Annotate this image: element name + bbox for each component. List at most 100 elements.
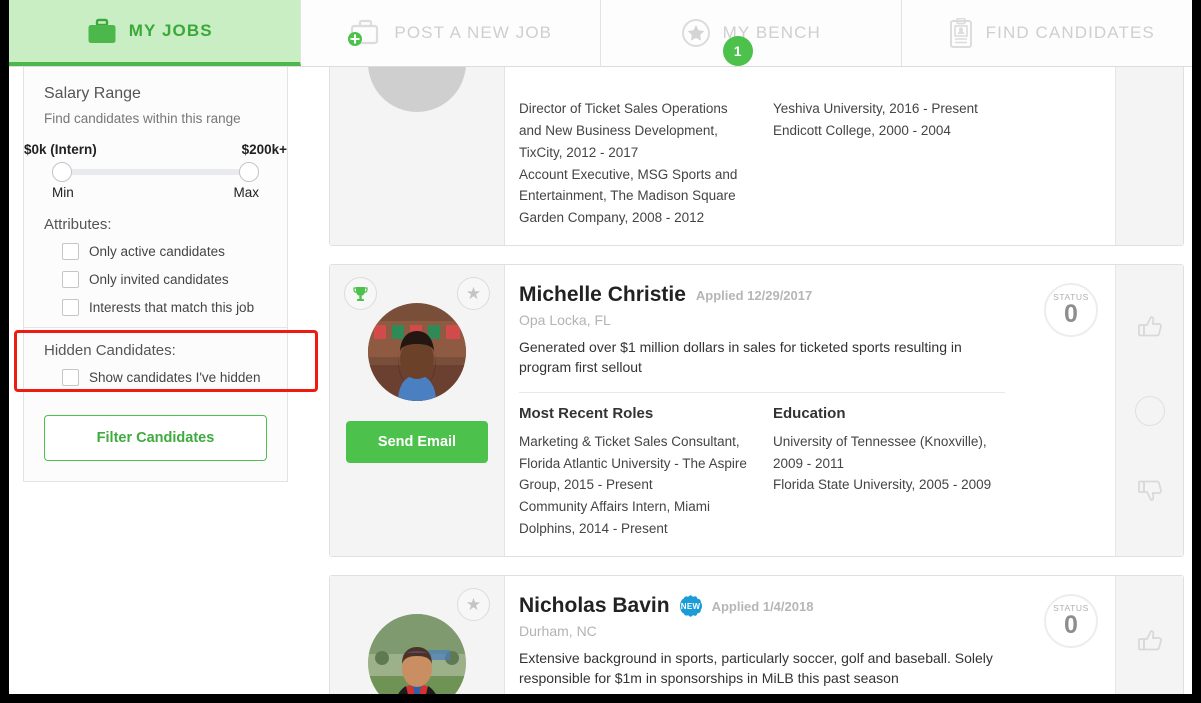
candidate-card-left bbox=[330, 67, 505, 246]
education-heading: Education bbox=[773, 404, 846, 422]
send-email-button[interactable]: Send Email bbox=[346, 421, 488, 464]
avatar bbox=[368, 303, 466, 402]
slider-max-label: Max bbox=[233, 185, 259, 200]
only-invited-checkbox[interactable] bbox=[62, 271, 79, 288]
candidate-card-left: ★ bbox=[330, 265, 505, 557]
candidate-status: STATUS 0 bbox=[1027, 265, 1115, 556]
candidate-card-main: Director of Ticket Sales Operations and … bbox=[505, 67, 1027, 245]
role-item: Community Affairs Intern, Miami Dolphins… bbox=[519, 499, 711, 537]
candidate-name-row: Michelle Christie Applied 12/29/2017 bbox=[519, 283, 1005, 307]
tab-my-jobs[interactable]: MY JOBS bbox=[9, 0, 301, 66]
avatar bbox=[368, 614, 466, 694]
salary-max-value: $200k+ bbox=[241, 142, 287, 157]
candidate-card-left: ★ bbox=[330, 576, 505, 694]
status-value: 0 bbox=[1064, 300, 1078, 329]
slider-min-label: Min bbox=[52, 185, 74, 200]
candidate-name: Michelle Christie bbox=[519, 283, 686, 307]
candidate-status: STATUS 0 bbox=[1027, 576, 1115, 694]
card-divider bbox=[519, 391, 1005, 393]
status-value: 0 bbox=[1064, 611, 1078, 640]
salary-min-value: $0k (Intern) bbox=[24, 142, 97, 157]
candidate-location: Opa Locka, FL bbox=[519, 312, 611, 329]
applied-date: Applied 12/29/2017 bbox=[695, 287, 813, 303]
role-item: Account Executive, MSG Sports and Entert… bbox=[519, 166, 738, 226]
education-item: Endicott College, 2000 - 2004 bbox=[773, 122, 951, 138]
tab-my-bench[interactable]: 1 MY BENCH bbox=[601, 0, 902, 66]
salary-range-slider[interactable] bbox=[44, 161, 267, 183]
thumbs-up-icon[interactable] bbox=[1135, 626, 1165, 661]
star-icon[interactable]: ★ bbox=[457, 277, 490, 311]
education-column: Education University of Tennessee (Knoxv… bbox=[773, 405, 1005, 540]
education-item: University of Tennessee (Knoxville), 200… bbox=[773, 433, 987, 471]
salary-range-subtitle: Find candidates within this range bbox=[44, 111, 241, 126]
tab-find-candidates-label: FIND CANDIDATES bbox=[985, 23, 1155, 42]
only-active-label: Only active candidates bbox=[89, 244, 225, 259]
candidate-actions bbox=[1115, 576, 1183, 694]
show-hidden-label: Show candidates I've hidden bbox=[89, 370, 261, 385]
salary-range-values: $0k (Intern) $200k+ bbox=[24, 142, 287, 157]
thumbs-down-icon[interactable] bbox=[1135, 475, 1165, 510]
role-item: Director of Ticket Sales Operations and … bbox=[519, 101, 728, 160]
candidate-card-main: Michelle Christie Applied 12/29/2017 Opa… bbox=[505, 265, 1027, 556]
roles-column: Director of Ticket Sales Operations and … bbox=[519, 98, 751, 229]
roles-heading: Most Recent Roles bbox=[519, 404, 654, 422]
attribute-interests-match[interactable]: Interests that match this job bbox=[44, 299, 267, 316]
only-active-checkbox[interactable] bbox=[62, 243, 79, 260]
status-badge: STATUS 0 bbox=[1044, 594, 1098, 649]
sidebar-divider bbox=[24, 327, 287, 328]
thumbs-up-icon[interactable] bbox=[1135, 312, 1165, 347]
briefcase-plus-icon bbox=[348, 18, 382, 48]
hidden-candidates-row[interactable]: Show candidates I've hidden bbox=[44, 369, 267, 386]
tab-find-candidates[interactable]: FIND CANDIDATES bbox=[901, 0, 1192, 66]
candidate-detail-columns: Most Recent Roles Marketing & Ticket Sal… bbox=[519, 405, 1005, 540]
interests-match-checkbox[interactable] bbox=[62, 299, 79, 316]
education-column: Yeshiva University, 2016 - Present Endic… bbox=[773, 98, 1005, 229]
only-invited-label: Only invited candidates bbox=[89, 272, 229, 287]
role-item: Marketing & Ticket Sales Consultant, Flo… bbox=[519, 433, 747, 493]
hidden-candidates-section: Hidden Candidates: Show candidates I've … bbox=[44, 342, 267, 401]
interests-match-label: Interests that match this job bbox=[89, 300, 255, 315]
salary-range-title: Salary Range bbox=[44, 85, 141, 102]
filter-sidebar: Salary Range Find candidates within this… bbox=[23, 67, 288, 482]
candidate-name-row: Nicholas Bavin NEW Applied 1/4/2018 bbox=[519, 594, 1005, 618]
slider-endpoint-labels: Min Max bbox=[44, 185, 267, 200]
candidate-name: Nicholas Bavin bbox=[519, 594, 670, 618]
candidate-status bbox=[1027, 67, 1115, 245]
slider-handle-max[interactable] bbox=[239, 162, 259, 182]
show-hidden-checkbox[interactable] bbox=[62, 369, 79, 386]
candidate-detail-columns: Director of Ticket Sales Operations and … bbox=[519, 98, 1005, 229]
star-icon[interactable]: ★ bbox=[457, 588, 490, 622]
page-body: Salary Range Find candidates within this… bbox=[9, 67, 1192, 694]
candidate-card-nicholas-bavin[interactable]: ★ Nicholas Bavin NEW Applied 1/4/2018 Du… bbox=[329, 575, 1184, 694]
hidden-candidates-label: Hidden Candidates: bbox=[44, 342, 176, 359]
roles-column: Most Recent Roles Marketing & Ticket Sal… bbox=[519, 405, 751, 540]
app-window: MY JOBS POST A NEW JOB 1 MY BENCH FIND C… bbox=[0, 0, 1201, 703]
candidate-actions bbox=[1115, 265, 1183, 557]
candidate-blurb: Generated over $1 million dollars in sal… bbox=[519, 339, 962, 376]
bench-count-badge: 1 bbox=[722, 36, 753, 66]
slider-handle-min[interactable] bbox=[52, 162, 72, 182]
education-item: Florida State University, 2005 - 2009 bbox=[773, 477, 992, 493]
attribute-only-active[interactable]: Only active candidates bbox=[44, 243, 267, 260]
candidate-card-main: Nicholas Bavin NEW Applied 1/4/2018 Durh… bbox=[505, 576, 1027, 694]
candidate-actions bbox=[1115, 67, 1183, 246]
candidate-list[interactable]: Director of Ticket Sales Operations and … bbox=[329, 67, 1184, 694]
filter-candidates-button[interactable]: Filter Candidates bbox=[44, 415, 267, 461]
main-navigation: MY JOBS POST A NEW JOB 1 MY BENCH FIND C… bbox=[9, 0, 1192, 67]
attribute-only-invited[interactable]: Only invited candidates bbox=[44, 271, 267, 288]
tab-post-a-new-job-label: POST A NEW JOB bbox=[394, 23, 553, 42]
avatar bbox=[368, 67, 466, 112]
candidate-card-michelle-christie[interactable]: ★ Send Email Michelle Christie Applied 1… bbox=[329, 264, 1184, 558]
star-circle-icon: 1 bbox=[681, 18, 753, 66]
education-item: Yeshiva University, 2016 - Present bbox=[773, 101, 978, 116]
new-badge-icon: NEW bbox=[679, 595, 702, 618]
trophy-icon[interactable] bbox=[344, 277, 377, 311]
tab-my-jobs-label: MY JOBS bbox=[128, 21, 213, 40]
candidate-card-partial-top[interactable]: Director of Ticket Sales Operations and … bbox=[329, 67, 1184, 247]
clipboard-person-icon bbox=[948, 17, 974, 49]
briefcase-icon bbox=[87, 18, 117, 45]
attributes-label: Attributes: bbox=[44, 216, 112, 233]
applied-date: Applied 1/4/2018 bbox=[711, 598, 814, 614]
neutral-circle-icon[interactable] bbox=[1134, 395, 1165, 426]
tab-post-a-new-job[interactable]: POST A NEW JOB bbox=[300, 0, 601, 66]
